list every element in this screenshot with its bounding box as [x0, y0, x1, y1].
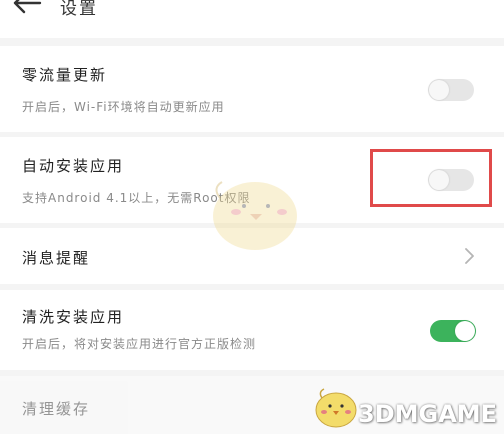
- setting-title: 清理缓存: [22, 400, 91, 418]
- watermark-logo-text: 3DMGAME: [358, 400, 498, 428]
- setting-zero-traffic-update[interactable]: 零流量更新 开启后，Wi-Fi环境将自动更新应用: [0, 46, 504, 132]
- chevron-right-icon: [465, 248, 474, 264]
- setting-title: 自动安装应用: [22, 157, 125, 175]
- chick-mascot-icon: [213, 181, 297, 250]
- zero-traffic-update-toggle[interactable]: [428, 79, 474, 101]
- highlight-box: [370, 149, 492, 207]
- setting-title: 零流量更新: [22, 66, 108, 84]
- clean-install-toggle[interactable]: [430, 320, 476, 342]
- arrow-left-icon[interactable]: [12, 0, 42, 14]
- setting-subtitle: 开启后，将对安装应用进行官方正版检测: [22, 337, 257, 351]
- setting-title: 消息提醒: [22, 249, 91, 267]
- setting-clean-install-check[interactable]: 清洗安装应用 开启后，将对安装应用进行官方正版检测: [0, 290, 504, 370]
- top-bar: 设置: [0, 0, 504, 38]
- chick-mascot-icon: [315, 388, 357, 428]
- page-title: 设置: [60, 0, 98, 19]
- toggle-knob: [455, 321, 475, 341]
- setting-subtitle: 开启后，Wi-Fi环境将自动更新应用: [22, 100, 225, 114]
- setting-title: 清洗安装应用: [22, 308, 125, 326]
- toggle-knob: [429, 80, 449, 100]
